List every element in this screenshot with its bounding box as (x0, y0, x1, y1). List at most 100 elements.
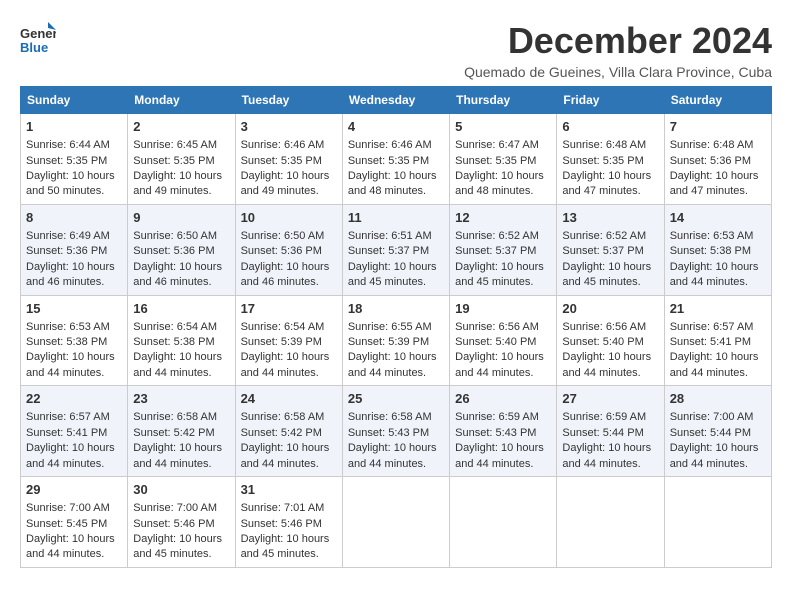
table-row: 24Sunrise: 6:58 AMSunset: 5:42 PMDayligh… (235, 386, 342, 477)
sunrise-text: Sunrise: 6:47 AM (455, 139, 539, 151)
day-number: 15 (26, 300, 122, 318)
sunrise-text: Sunrise: 6:58 AM (133, 411, 217, 423)
daylight-text: Daylight: 10 hours and 45 minutes. (133, 533, 222, 560)
day-number: 7 (670, 118, 766, 136)
day-number: 12 (455, 209, 551, 227)
sunrise-text: Sunrise: 7:00 AM (670, 411, 754, 423)
day-number: 16 (133, 300, 229, 318)
sunrise-text: Sunrise: 6:50 AM (241, 230, 325, 242)
daylight-text: Daylight: 10 hours and 44 minutes. (241, 351, 330, 378)
calendar-week-row: 15Sunrise: 6:53 AMSunset: 5:38 PMDayligh… (21, 295, 772, 386)
location-subtitle: Quemado de Gueines, Villa Clara Province… (464, 64, 772, 80)
sunrise-text: Sunrise: 7:01 AM (241, 502, 325, 514)
col-thursday: Thursday (450, 87, 557, 114)
day-number: 13 (562, 209, 658, 227)
col-monday: Monday (128, 87, 235, 114)
table-row (664, 477, 771, 568)
col-wednesday: Wednesday (342, 87, 449, 114)
sunrise-text: Sunrise: 6:53 AM (26, 321, 110, 333)
col-tuesday: Tuesday (235, 87, 342, 114)
day-number: 20 (562, 300, 658, 318)
logo: General Blue (20, 20, 56, 56)
col-sunday: Sunday (21, 87, 128, 114)
sunrise-text: Sunrise: 6:44 AM (26, 139, 110, 151)
table-row: 7Sunrise: 6:48 AMSunset: 5:36 PMDaylight… (664, 114, 771, 205)
daylight-text: Daylight: 10 hours and 44 minutes. (348, 351, 437, 378)
table-row: 8Sunrise: 6:49 AMSunset: 5:36 PMDaylight… (21, 204, 128, 295)
daylight-text: Daylight: 10 hours and 45 minutes. (455, 261, 544, 288)
calendar-week-row: 1 Sunrise: 6:44 AM Sunset: 5:35 PM Daylight… (21, 114, 772, 205)
day-number: 8 (26, 209, 122, 227)
col-friday: Friday (557, 87, 664, 114)
day-number: 29 (26, 481, 122, 499)
sunrise-text: Sunrise: 7:00 AM (26, 502, 110, 514)
sunrise-text: Sunrise: 6:50 AM (133, 230, 217, 242)
daylight-text: Daylight: 10 hours and 44 minutes. (348, 442, 437, 469)
day-number: 11 (348, 209, 444, 227)
sunset-text: Sunset: 5:44 PM (670, 427, 751, 439)
day-number: 5 (455, 118, 551, 136)
sunset-text: Sunset: 5:46 PM (241, 518, 322, 530)
day-number: 22 (26, 390, 122, 408)
table-row: 2Sunrise: 6:45 AMSunset: 5:35 PMDaylight… (128, 114, 235, 205)
sunrise-text: Sunrise: 6:49 AM (26, 230, 110, 242)
daylight-text: Daylight: 10 hours and 44 minutes. (562, 351, 651, 378)
title-block: December 2024 Quemado de Gueines, Villa … (464, 20, 772, 80)
sunrise-text: Sunrise: 6:59 AM (562, 411, 646, 423)
page-header: General Blue December 2024 Quemado de Gu… (20, 20, 772, 80)
table-row: 23Sunrise: 6:58 AMSunset: 5:42 PMDayligh… (128, 386, 235, 477)
sunset-text: Sunset: 5:37 PM (562, 245, 643, 257)
sunset-text: Sunset: 5:35 PM (562, 155, 643, 167)
table-row (450, 477, 557, 568)
table-row (557, 477, 664, 568)
daylight-text: Daylight: 10 hours and 44 minutes. (133, 351, 222, 378)
sunset-text: Sunset: 5:40 PM (562, 336, 643, 348)
sunset-text: Sunset: 5:41 PM (26, 427, 107, 439)
daylight-text: Daylight: 10 hours and 48 minutes. (348, 170, 437, 197)
daylight-text: Daylight: 10 hours and 45 minutes. (348, 261, 437, 288)
daylight-text: Daylight: 10 hours and 50 minutes. (26, 170, 115, 197)
table-row: 27Sunrise: 6:59 AMSunset: 5:44 PMDayligh… (557, 386, 664, 477)
daylight-text: Daylight: 10 hours and 49 minutes. (133, 170, 222, 197)
table-row: 29 Sunrise: 7:00 AM Sunset: 5:45 PM Dayligh… (21, 477, 128, 568)
sunrise-text: Sunrise: 6:45 AM (133, 139, 217, 151)
svg-text:Blue: Blue (20, 40, 48, 55)
sunrise-text: Sunrise: 6:52 AM (562, 230, 646, 242)
sunset-text: Sunset: 5:37 PM (348, 245, 429, 257)
sunset-text: Sunset: 5:35 PM (455, 155, 536, 167)
table-row: 10Sunrise: 6:50 AMSunset: 5:36 PMDayligh… (235, 204, 342, 295)
day-number: 6 (562, 118, 658, 136)
table-row: 22Sunrise: 6:57 AMSunset: 5:41 PMDayligh… (21, 386, 128, 477)
daylight-text: Daylight: 10 hours and 49 minutes. (241, 170, 330, 197)
sunset-text: Sunset: 5:43 PM (348, 427, 429, 439)
sunrise-text: Sunrise: 6:54 AM (241, 321, 325, 333)
table-row: 20Sunrise: 6:56 AMSunset: 5:40 PMDayligh… (557, 295, 664, 386)
col-saturday: Saturday (664, 87, 771, 114)
day-number: 1 (26, 118, 122, 136)
daylight-text: Daylight: 10 hours and 44 minutes. (241, 442, 330, 469)
sunset-text: Sunset: 5:41 PM (670, 336, 751, 348)
table-row: 15Sunrise: 6:53 AMSunset: 5:38 PMDayligh… (21, 295, 128, 386)
daylight-text: Daylight: 10 hours and 44 minutes. (670, 351, 759, 378)
sunset-text: Sunset: 5:46 PM (133, 518, 214, 530)
day-number: 2 (133, 118, 229, 136)
table-row: 16Sunrise: 6:54 AMSunset: 5:38 PMDayligh… (128, 295, 235, 386)
table-row: 19Sunrise: 6:56 AMSunset: 5:40 PMDayligh… (450, 295, 557, 386)
table-row: 4Sunrise: 6:46 AMSunset: 5:35 PMDaylight… (342, 114, 449, 205)
daylight-text: Daylight: 10 hours and 44 minutes. (26, 533, 115, 560)
day-number: 4 (348, 118, 444, 136)
sunrise-text: Sunrise: 6:48 AM (562, 139, 646, 151)
sunrise-text: Sunrise: 6:46 AM (348, 139, 432, 151)
sunset-text: Sunset: 5:40 PM (455, 336, 536, 348)
sunset-text: Sunset: 5:45 PM (26, 518, 107, 530)
day-number: 19 (455, 300, 551, 318)
day-number: 24 (241, 390, 337, 408)
table-row: 9Sunrise: 6:50 AMSunset: 5:36 PMDaylight… (128, 204, 235, 295)
table-row: 3Sunrise: 6:46 AMSunset: 5:35 PMDaylight… (235, 114, 342, 205)
month-title: December 2024 (464, 20, 772, 62)
calendar-week-row: 22Sunrise: 6:57 AMSunset: 5:41 PMDayligh… (21, 386, 772, 477)
sunset-text: Sunset: 5:36 PM (241, 245, 322, 257)
day-number: 28 (670, 390, 766, 408)
sunset-text: Sunset: 5:42 PM (241, 427, 322, 439)
table-row: 5Sunrise: 6:47 AMSunset: 5:35 PMDaylight… (450, 114, 557, 205)
